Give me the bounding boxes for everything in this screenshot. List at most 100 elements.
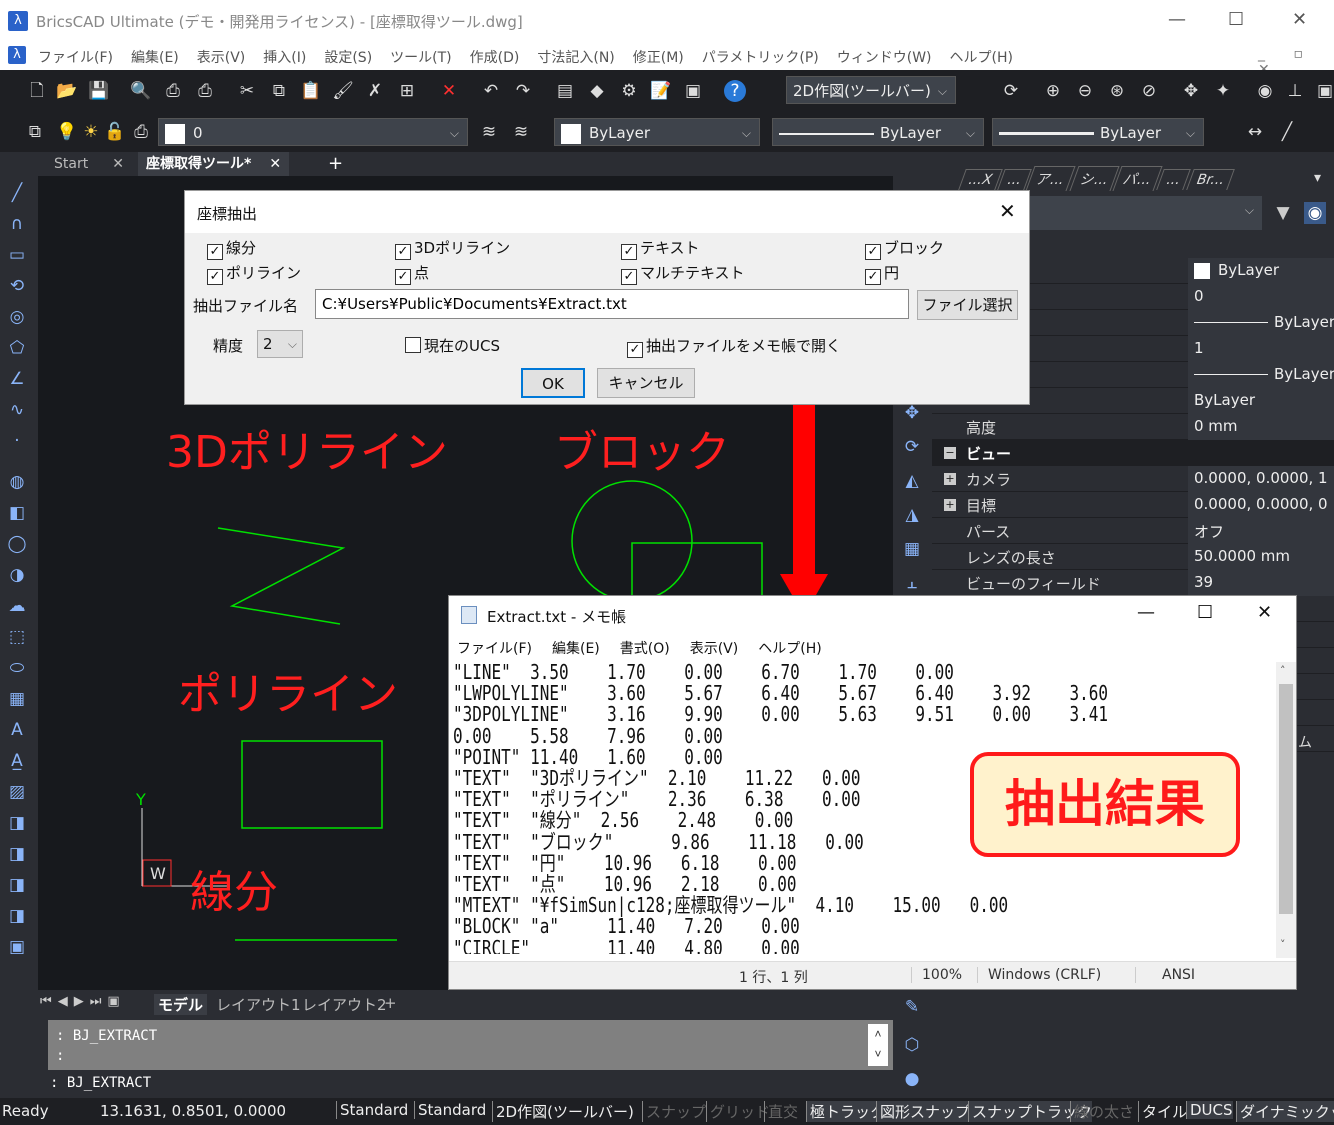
circle-icon[interactable]: ◎ [6,306,28,328]
ucs-icon[interactable]: ⊥ [1284,80,1306,102]
quick-select-filter-icon[interactable]: ▼ [1272,202,1294,224]
boundary-icon[interactable]: ⬚ [6,626,28,648]
checkbox-3[interactable]: ✓ ブロック [865,237,944,260]
open-in-notepad-checkbox[interactable]: ✓ 抽出ファイルをメモ帳で開く [627,335,841,358]
menu-item[interactable]: 表示(V) [197,47,246,67]
box-icon[interactable]: ◧ [6,502,28,524]
close-button[interactable]: ✕ [1292,9,1307,30]
sphere-icon[interactable]: ◯ [6,533,28,555]
property-row[interactable]: ビューのフィールド 39 [932,570,1334,596]
pick-icon[interactable]: ✗ [364,80,386,102]
cut-icon[interactable]: ✂ [236,80,258,102]
menu-item[interactable]: 設定(S) [324,47,372,67]
move-icon[interactable]: ◨ [6,812,28,834]
line-icon[interactable]: ╱ [6,182,28,204]
tab-start[interactable]: Start ✕ [46,152,132,176]
file-path-input[interactable] [315,289,909,319]
notes-icon[interactable]: 📝 [650,80,672,102]
checkbox-1[interactable]: ✓ 3Dポリライン [395,237,510,260]
new-file-icon[interactable]: 🗋 [26,80,48,102]
toggle-visibility-eye-icon[interactable]: ◉ [1304,202,1326,224]
status-toggle-9[interactable]: 線の太さ [1070,1101,1134,1122]
notepad-minimize-button[interactable]: — [1137,602,1155,623]
panel-tab[interactable]: Br... [1185,169,1236,190]
copy-icon[interactable]: ⧉ [268,80,290,102]
paste-icon[interactable]: 📋 [300,80,322,102]
spline-icon[interactable]: ∿ [6,399,28,421]
menu-item[interactable]: ツール(T) [390,47,451,67]
mirror-icon[interactable]: ◨ [6,874,28,896]
panel-tab[interactable]: ア... [1025,166,1077,191]
checkbox-6[interactable]: ✓ マルチテキスト [621,262,745,285]
layer-dropdown[interactable]: 0 ⌵ [158,118,468,146]
panel-tab[interactable]: パ... [1112,166,1163,191]
tab-active-drawing[interactable]: 座標取得ツール* ✕ [138,152,290,176]
scroll-up-icon[interactable]: ˄ [1280,664,1286,677]
status-toggle-6[interactable]: 極トラック [806,1101,886,1122]
status-toggle-7[interactable]: 図形スナップ [876,1101,971,1122]
help-icon[interactable]: ? [724,80,746,102]
zoom-in-icon[interactable]: ⊕ [1042,80,1064,102]
hatch-icon[interactable]: ▦ [6,688,28,710]
collapse-icon[interactable]: − [944,447,956,459]
save-icon[interactable]: 💾 [88,80,110,102]
status-toggle-3[interactable]: スナップ [642,1101,706,1122]
navigate-icon[interactable]: ✦ [1212,80,1234,102]
lock-icon[interactable]: 🔓 [104,121,126,143]
scale-icon[interactable]: ▣ [6,936,28,958]
array-icon[interactable]: ◨ [6,905,28,927]
layer-state-icon[interactable]: ≋ [478,121,500,143]
undo-icon[interactable]: ↶ [480,80,502,102]
zoom-out-icon[interactable]: ⊖ [1074,80,1096,102]
zoom-extents-icon[interactable]: ⊘ [1138,80,1160,102]
new-tab-button[interactable]: + [320,152,351,176]
text-icon[interactable]: A [6,719,28,741]
print-icon[interactable]: ⎙ [130,121,152,143]
status-toggle-12[interactable]: ダイナミックッド [1236,1101,1334,1122]
close-icon[interactable]: ✕ [269,156,281,172]
checkbox-2[interactable]: ✓ テキスト [621,237,700,260]
arc-icon[interactable]: ∩ [6,213,28,235]
scroll-down-icon[interactable]: ˅ [1280,938,1286,951]
regen-icon[interactable]: ⟳ [1000,80,1022,102]
dimension-icon[interactable]: ↔ [1244,121,1266,143]
edit-icon[interactable]: ✎ [901,996,923,1018]
line-tool-icon[interactable]: ╱ [1276,121,1298,143]
copy-icon[interactable]: ◨ [6,843,28,865]
mirror3d-icon[interactable]: ◮ [901,504,923,526]
expand-icon[interactable]: + [944,473,956,485]
precision-dropdown[interactable]: 2 ⌵ [257,330,303,358]
rotate-icon[interactable]: ⟲ [6,275,28,297]
notepad-menu-item[interactable]: 編集(E) [552,641,600,657]
grid-icon[interactable]: ▦ [901,538,923,560]
print-preview-icon[interactable]: 🔍 [130,80,152,102]
tab-model[interactable]: モデル [154,994,208,1015]
image-icon[interactable]: ▣ [682,80,704,102]
menu-item[interactable]: 編集(E) [131,47,179,67]
checkbox-4[interactable]: ✓ ポリライン [207,262,301,285]
lineweight-dropdown[interactable]: ByLayer ⌵ [992,118,1204,146]
notepad-menu-item[interactable]: ファイル(F) [457,641,532,657]
polyline-icon[interactable]: ∠ [6,368,28,390]
checkbox-7[interactable]: ✓ 円 [865,262,899,285]
notepad-maximize-button[interactable]: ☐ [1197,602,1213,623]
menu-item[interactable]: 修正(M) [633,47,684,67]
add-layout-button[interactable]: + [384,994,397,1012]
layer-manager-icon[interactable]: ⧉ [24,121,46,143]
orbit-icon[interactable]: ⟳ [901,436,923,458]
menu-item[interactable]: パラメトリック(P) [702,47,819,67]
status-toggle-2[interactable]: 2D作図(ツールバー) [492,1101,634,1122]
3d-box-icon[interactable]: ⬡ [901,1034,923,1056]
minimize-button[interactable]: — [1168,9,1186,30]
point-icon[interactable]: · [6,430,28,452]
cancel-button[interactable]: キャンセル [597,368,695,398]
menu-item[interactable]: 寸法記入(N) [537,47,614,67]
expand-icon[interactable]: + [944,499,956,511]
notepad-menu-item[interactable]: 書式(O) [620,641,670,657]
property-row[interactable]: + 目標 0.0000, 0.0000, 0 [932,492,1334,518]
ok-button[interactable]: OK [521,368,585,398]
panel-tab[interactable]: ...X [958,169,1003,190]
checkbox-0[interactable]: ✓ 線分 [207,237,256,260]
align-icon[interactable]: ⫠ [901,572,923,594]
layout-nav-arrows[interactable]: ⏮◀▶⏭▣ [40,994,126,1009]
